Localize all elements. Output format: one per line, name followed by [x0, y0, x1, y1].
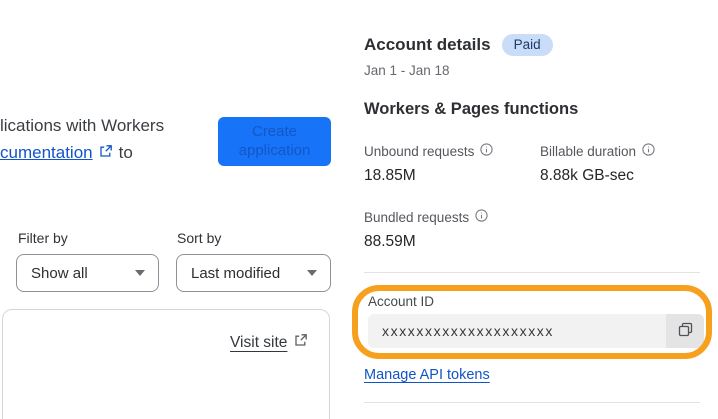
stat-value: 8.88k GB-sec [540, 167, 634, 184]
paid-badge: Paid [501, 34, 553, 56]
account-id-value: xxxxxxxxxxxxxxxxxxxx [382, 323, 554, 339]
stat-value: 88.59M [364, 233, 416, 250]
stat-label: Billable duration [540, 143, 637, 159]
filter-dropdown[interactable]: Show all [16, 254, 159, 292]
stat-bundled-requests: Bundled requests 88.59M [364, 209, 488, 251]
intro-text-after-link: to [118, 143, 133, 162]
visit-site-row: Visit site [230, 333, 308, 352]
documentation-link[interactable]: cumentation [0, 143, 93, 163]
external-link-icon [99, 143, 113, 163]
filter-dropdown-value: Show all [31, 264, 88, 282]
account-id-label: Account ID [368, 294, 435, 309]
account-details-header: Account details Paid [364, 34, 553, 56]
visit-site-link[interactable]: Visit site [230, 334, 287, 352]
workers-pages-dashboard: lications with Workers cumentation to Cr… [0, 0, 718, 419]
copy-account-id-button[interactable] [666, 314, 704, 348]
manage-api-tokens-link[interactable]: Manage API tokens [364, 367, 490, 383]
divider [364, 402, 700, 403]
filter-by-label: Filter by [18, 230, 68, 246]
account-details-title: Account details [364, 35, 491, 54]
stat-value: 18.85M [364, 167, 416, 184]
date-range: Jan 1 - Jan 18 [364, 63, 450, 78]
copy-icon [677, 321, 694, 341]
intro-text-line1: lications with Workers [0, 116, 165, 135]
stat-billable-duration: Billable duration 8.88k GB-sec [540, 143, 655, 185]
divider [364, 272, 700, 273]
chevron-down-icon [135, 270, 145, 276]
sort-dropdown-value: Last modified [191, 264, 281, 282]
external-link-icon [294, 333, 308, 352]
stat-unbound-requests: Unbound requests 18.85M [364, 143, 493, 185]
sort-dropdown[interactable]: Last modified [176, 254, 331, 292]
sort-by-label: Sort by [177, 230, 222, 246]
stat-label: Unbound requests [364, 143, 475, 159]
info-icon[interactable] [475, 209, 488, 225]
info-icon[interactable] [642, 143, 655, 159]
chevron-down-icon [307, 270, 317, 276]
create-application-button[interactable]: Create application [218, 117, 331, 166]
project-card: Visit site [2, 309, 330, 419]
info-icon[interactable] [480, 143, 493, 159]
functions-section-title: Workers & Pages functions [364, 100, 579, 118]
stat-label: Bundled requests [364, 209, 470, 225]
account-id-field[interactable]: xxxxxxxxxxxxxxxxxxxx [368, 314, 704, 348]
intro-text-line2: cumentation to [0, 143, 133, 163]
